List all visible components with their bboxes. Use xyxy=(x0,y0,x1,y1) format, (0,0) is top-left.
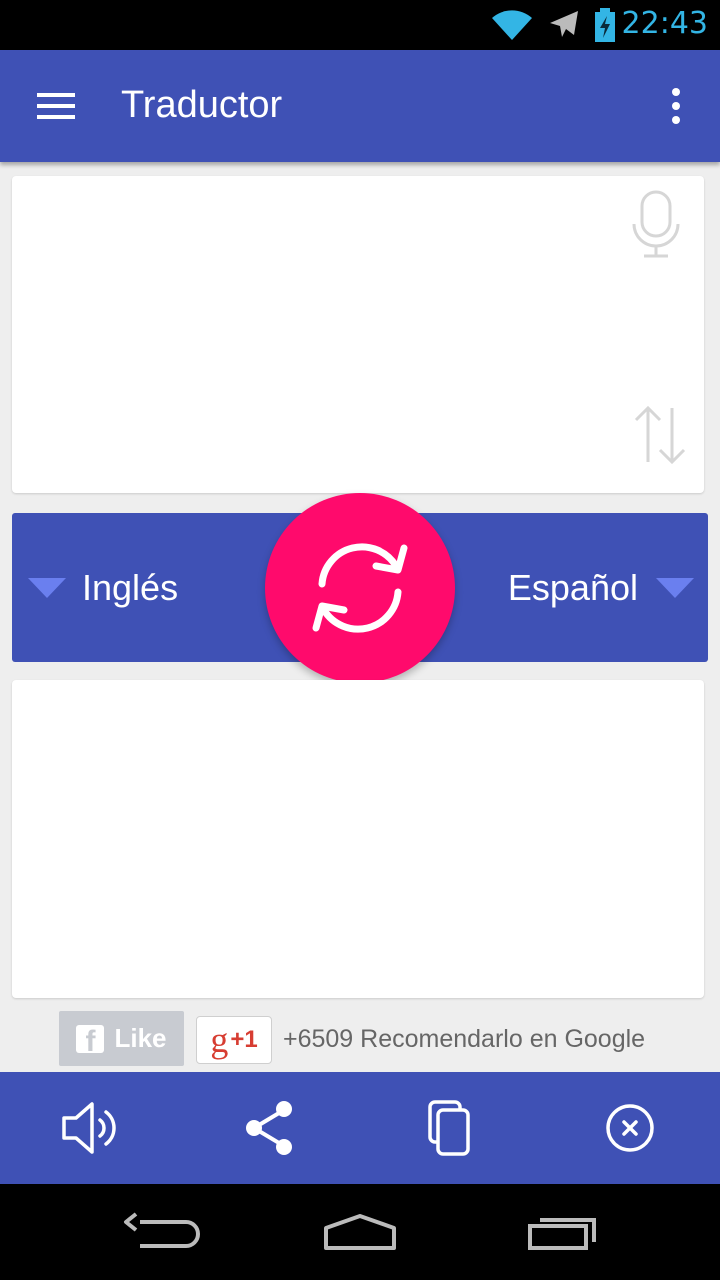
system-nav-bar xyxy=(0,1184,720,1280)
hamburger-menu-icon[interactable] xyxy=(36,88,76,124)
google-plus-one-button[interactable]: g +1 xyxy=(196,1016,272,1064)
google-plus-label: +1 xyxy=(230,1026,258,1053)
facebook-icon: f xyxy=(76,1024,105,1053)
translate-button[interactable] xyxy=(265,493,455,683)
share-icon[interactable] xyxy=(238,1098,302,1158)
source-text-input[interactable] xyxy=(12,176,612,493)
app-bar: Traductor xyxy=(0,50,720,162)
battery-charging-icon xyxy=(595,8,615,42)
page-title: Traductor xyxy=(121,84,283,126)
copy-icon[interactable] xyxy=(418,1098,482,1158)
target-language-selector[interactable]: Español xyxy=(508,563,694,613)
more-vert-icon[interactable] xyxy=(664,86,688,126)
dropdown-triangle-icon xyxy=(28,578,66,598)
social-row: f Like g +1 +6509 Recomendarlo en Google xyxy=(0,1010,720,1068)
microphone-icon[interactable] xyxy=(628,190,684,260)
status-bar: 22:43 xyxy=(0,0,720,50)
recommend-count-text: +6509 Recomendarlo en Google xyxy=(283,1025,646,1053)
target-language-label: Español xyxy=(507,567,638,608)
facebook-like-label: Like xyxy=(114,1023,167,1053)
source-language-label: Inglés xyxy=(82,567,179,608)
source-text-card xyxy=(12,176,704,493)
back-icon[interactable] xyxy=(120,1210,200,1254)
wifi-icon xyxy=(492,10,532,40)
recent-apps-icon[interactable] xyxy=(522,1210,602,1254)
home-icon[interactable] xyxy=(320,1210,400,1254)
translation-result-card xyxy=(12,680,704,998)
translation-result-text xyxy=(12,680,704,720)
bottom-action-bar xyxy=(0,1072,720,1184)
facebook-like-button[interactable]: f Like xyxy=(59,1011,184,1066)
clear-icon[interactable] xyxy=(598,1098,662,1158)
source-language-selector[interactable]: Inglés xyxy=(28,563,178,613)
dropdown-triangle-icon xyxy=(656,578,694,598)
clock: 22:43 xyxy=(621,6,708,41)
swap-vertical-icon[interactable] xyxy=(630,404,690,466)
airplane-mode-icon xyxy=(550,11,578,37)
speaker-icon[interactable] xyxy=(58,1098,122,1158)
refresh-translate-icon xyxy=(312,543,408,633)
google-plus-icon: g xyxy=(210,1020,229,1060)
